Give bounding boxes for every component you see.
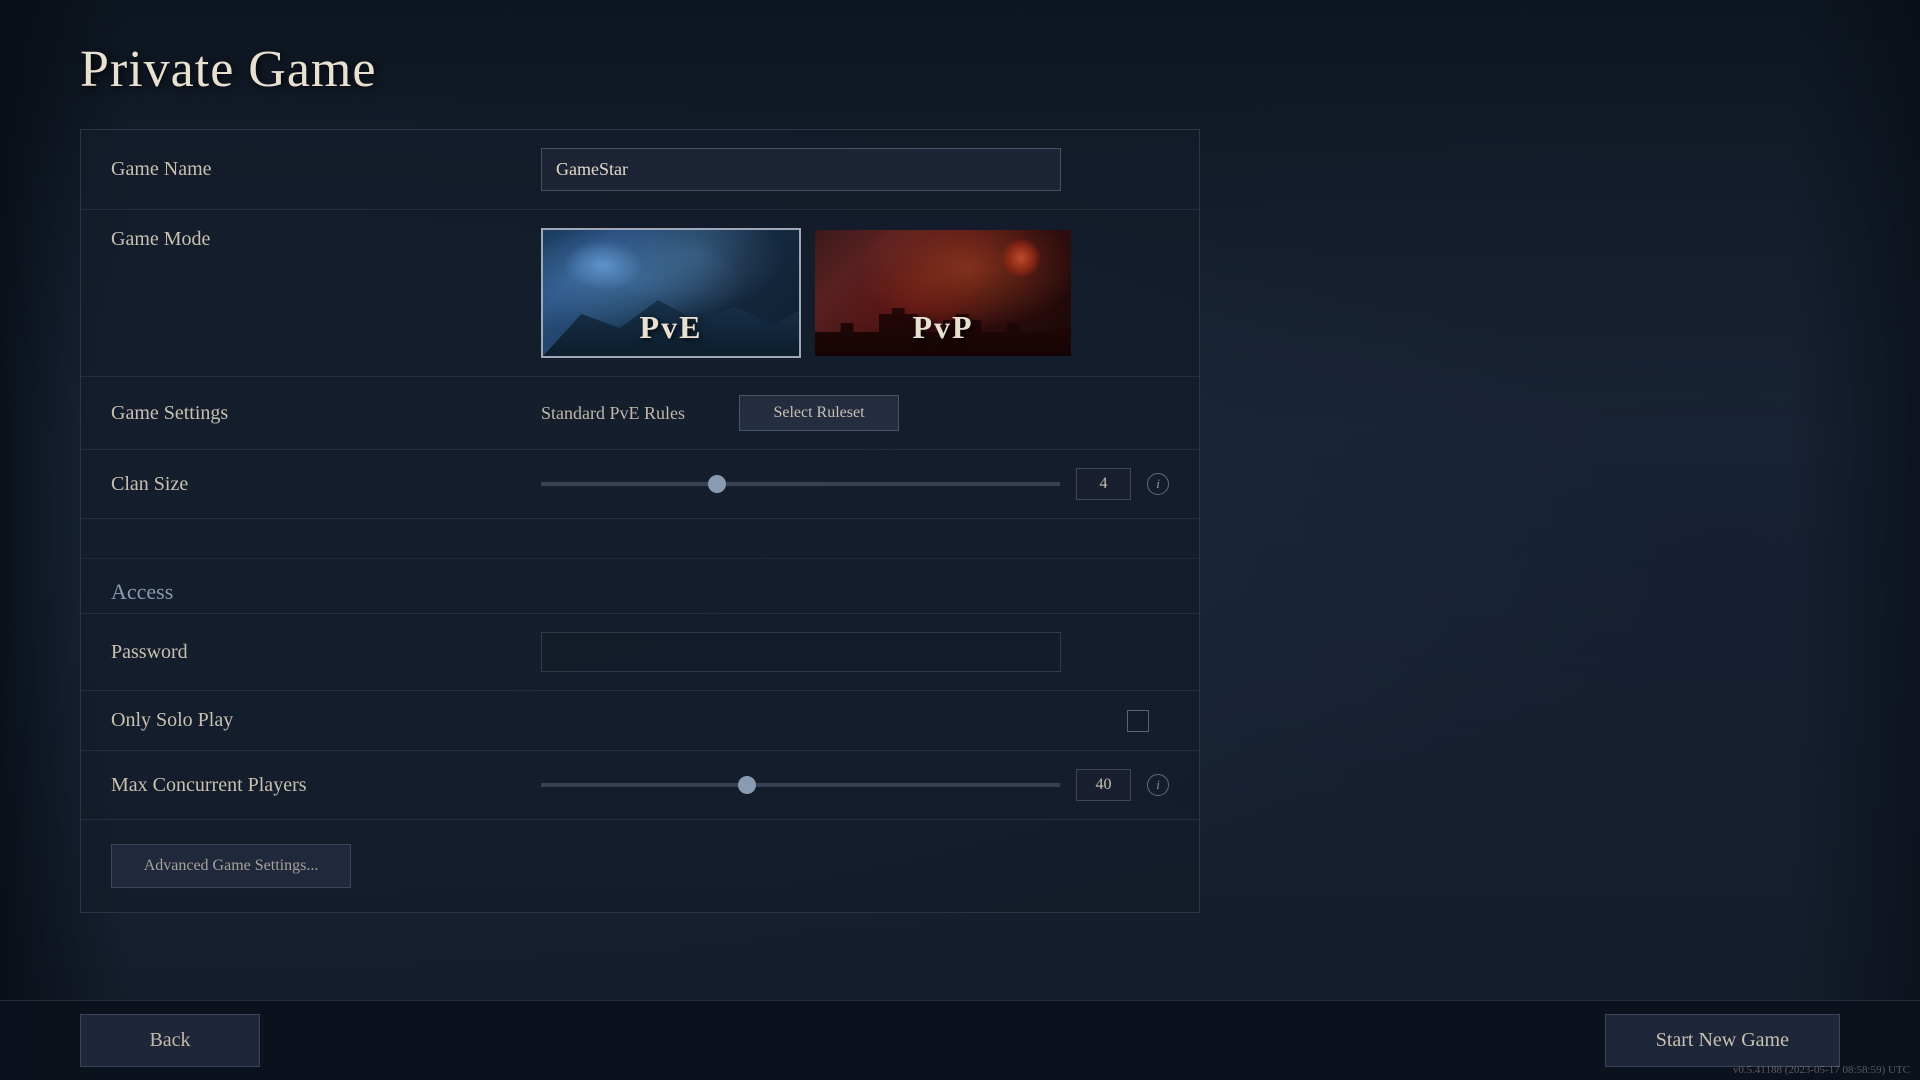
advanced-settings-row: Advanced Game Settings... [81, 820, 1199, 912]
max-players-value: 40 [1076, 769, 1131, 801]
game-name-input[interactable] [541, 148, 1061, 191]
clan-size-label: Clan Size [111, 473, 541, 496]
main-container: Private Game Game Name Game Mode [0, 0, 1920, 1080]
password-label: Password [111, 641, 541, 664]
advanced-settings-button[interactable]: Advanced Game Settings... [111, 844, 351, 888]
clan-size-row: Clan Size 4 i [81, 450, 1199, 519]
max-players-label: Max Concurrent Players [111, 774, 541, 797]
ruleset-value: Standard PvE Rules [541, 403, 685, 424]
pvp-moon [1001, 238, 1041, 278]
solo-play-checkbox[interactable] [1127, 710, 1149, 732]
game-settings-label: Game Settings [111, 402, 541, 425]
game-name-control [541, 148, 1169, 191]
solo-play-control [541, 710, 1169, 732]
solo-play-row: Only Solo Play [81, 691, 1199, 751]
game-mode-label: Game Mode [111, 228, 541, 251]
max-players-slider-container: 40 i [541, 769, 1169, 801]
back-button[interactable]: Back [80, 1014, 260, 1067]
game-settings-control: Standard PvE Rules Select Ruleset [541, 395, 1169, 431]
clan-size-info-icon[interactable]: i [1147, 473, 1169, 495]
pve-glow [563, 240, 643, 290]
access-header: Access [81, 559, 1199, 614]
password-row: Password [81, 614, 1199, 691]
game-mode-control: PvE PvP [541, 228, 1169, 358]
max-players-row: Max Concurrent Players 40 i [81, 751, 1199, 820]
game-name-row: Game Name [81, 130, 1199, 210]
clan-size-slider-container: 4 i [541, 468, 1169, 500]
game-mode-row: Game Mode PvE [81, 210, 1199, 377]
clan-size-value: 4 [1076, 468, 1131, 500]
game-settings-row: Game Settings Standard PvE Rules Select … [81, 377, 1199, 450]
password-control [541, 632, 1169, 672]
pvp-mode-card[interactable]: PvP [813, 228, 1073, 358]
select-ruleset-button[interactable]: Select Ruleset [739, 395, 899, 431]
solo-play-label: Only Solo Play [111, 709, 541, 732]
page-title: Private Game [80, 40, 1840, 99]
start-new-game-button[interactable]: Start New Game [1605, 1014, 1840, 1067]
bottom-bar: Back Start New Game [0, 1000, 1920, 1080]
mode-cards: PvE PvP [541, 228, 1073, 358]
form-panel: Game Name Game Mode [80, 129, 1200, 913]
pve-mode-card[interactable]: PvE [541, 228, 801, 358]
pve-label: PvE [640, 309, 703, 346]
clan-size-slider[interactable] [541, 482, 1060, 486]
game-name-label: Game Name [111, 158, 541, 181]
password-input[interactable] [541, 632, 1061, 672]
max-players-info-icon[interactable]: i [1147, 774, 1169, 796]
pvp-label: PvP [912, 309, 973, 346]
clan-size-control: 4 i [541, 468, 1169, 500]
spacer-row [81, 519, 1199, 559]
max-players-control: 40 i [541, 769, 1169, 801]
max-players-slider[interactable] [541, 783, 1060, 787]
version-info: v0.5.41188 (2023-05-17 08:58:59) UTC [1733, 1064, 1910, 1076]
